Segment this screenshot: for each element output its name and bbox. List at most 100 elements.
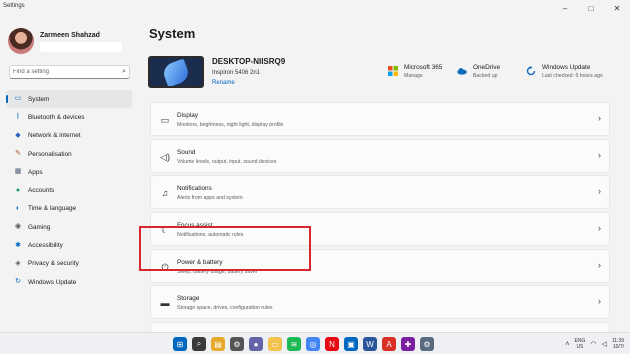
highlight-box <box>139 226 311 271</box>
wifi-tray-icon[interactable]: ◠ <box>590 340 596 348</box>
windows-update-icon <box>526 66 536 76</box>
status-microsoft365[interactable]: Microsoft 365 Manage <box>388 64 450 84</box>
sidebar-item-network-internet[interactable]: ◆ Network & internet <box>6 127 132 145</box>
sidebar-item-label: Accounts <box>28 187 55 195</box>
bell-icon: ♫ <box>161 188 169 199</box>
user-name: Zarmeen Shahzad <box>40 32 100 39</box>
chevron-up-icon[interactable]: ˄ <box>565 341 569 348</box>
sidebar-item-system[interactable]: ▭ System <box>6 90 132 109</box>
settings-card-sound[interactable]: ◁) Sound Volume levels, output, input, sou… <box>150 138 610 173</box>
system-tray: ˄ ENG US ◠ ◁ 11:39 10/7/ <box>565 336 624 352</box>
acrobat-icon[interactable]: A <box>382 337 396 351</box>
app-title: Settings <box>3 3 25 9</box>
card-description: Volume levels, output, input, sound devi… <box>177 158 277 165</box>
status-windows-update[interactable]: Windows Update Last checked: 6 hours ago <box>526 64 614 84</box>
status-subtitle: Backed up <box>473 73 498 79</box>
rename-link[interactable]: Rename <box>212 80 235 86</box>
card-description: Alerts from apps and system <box>177 195 243 202</box>
sidebar-item-label: Apps <box>28 168 43 176</box>
sidebar-item-label: Windows Update <box>28 278 77 286</box>
word-icon[interactable]: W <box>363 337 377 351</box>
status-subtitle: Last checked: 6 hours ago <box>542 73 603 79</box>
search-taskbar-icon[interactable]: ⌕ <box>192 337 206 351</box>
sidebar-item-apps[interactable]: ▦ Apps <box>6 163 132 181</box>
spotify-icon[interactable]: ≋ <box>287 337 301 351</box>
sidebar-item-privacy-security[interactable]: ◈ Privacy & security <box>6 255 132 273</box>
chrome-icon[interactable]: ◎ <box>306 337 320 351</box>
onedrive-icon <box>457 68 467 75</box>
language-indicator[interactable]: ENG US <box>575 338 586 350</box>
user-profile[interactable]: Zarmeen Shahzad <box>8 28 128 58</box>
windows-start-icon[interactable]: ⊞ <box>173 337 187 351</box>
sidebar-item-label: Gaming <box>28 223 51 231</box>
chevron-right-icon: › <box>598 186 601 197</box>
microsoft365-icon <box>388 66 398 76</box>
page-title: System <box>149 26 196 41</box>
monitor-icon: ▭ <box>160 115 170 125</box>
device-image <box>148 56 204 88</box>
apps-icon: ▦ <box>14 168 22 176</box>
chevron-right-icon: › <box>598 149 601 160</box>
maximize-button[interactable]: □ <box>578 0 604 16</box>
volume-tray-icon[interactable]: ◁ <box>601 340 606 348</box>
title-bar: Settings – □ ✕ <box>0 0 630 16</box>
netflix-icon[interactable]: N <box>325 337 339 351</box>
sidebar-item-bluetooth-devices[interactable]: ᛒ Bluetooth & devices <box>6 108 132 126</box>
status-onedrive[interactable]: OneDrive Backed up <box>457 64 519 84</box>
file-explorer-icon[interactable]: ▤ <box>211 337 225 351</box>
avatar <box>8 28 34 54</box>
main-content: System DESKTOP-NIISRQ9 Inspiron 5406 2n1… <box>148 16 614 354</box>
settings-gear-icon[interactable]: ⚙ <box>420 337 434 351</box>
window-controls: – □ ✕ <box>552 0 630 16</box>
sidebar-item-personalisation[interactable]: ✎ Personalisation <box>6 145 132 163</box>
sidebar-item-label: Network & internet <box>28 132 81 140</box>
accessibility-icon: ✱ <box>15 241 21 249</box>
device-name: DESKTOP-NIISRQ9 <box>212 57 286 66</box>
sidebar-item-accounts[interactable]: ● Accounts <box>6 181 132 199</box>
status-title: Microsoft 365 <box>404 64 443 71</box>
taskbar: ⊞ ⌕ ▤ ⚙ ● ▭ ≋ ◎ N ▣ W A ✚ ⚙ ˄ ENG US ◠ ◁ 11:39 10/7/ <box>0 332 630 354</box>
app-icon[interactable]: ✚ <box>401 337 415 351</box>
search-icon[interactable]: ⌕ <box>122 68 126 76</box>
minimize-button[interactable]: – <box>552 0 578 16</box>
region-code: US <box>576 344 584 350</box>
chevron-right-icon: › <box>598 113 601 123</box>
clock[interactable]: 11:39 10/7/ <box>612 338 624 350</box>
settings-card-storage[interactable]: ▬ Storage Storage space, drives, configura… <box>150 285 610 320</box>
card-title: Notifications <box>177 185 212 193</box>
sidebar-item-label: Privacy & security <box>28 260 79 268</box>
status-title: Windows Update <box>542 64 591 71</box>
user-email-redacted <box>40 42 122 52</box>
bluetooth-icon: ᛒ <box>15 113 21 121</box>
close-button[interactable]: ✕ <box>604 0 630 16</box>
sidebar: Zarmeen Shahzad ⌕ ▭ System ᛒ Bluetooth & de… <box>0 16 138 332</box>
update-icon: ↻ <box>15 278 21 286</box>
chat-icon[interactable]: ● <box>249 337 263 351</box>
sidebar-item-label: Time & language <box>28 205 77 213</box>
store-icon[interactable]: ▣ <box>344 337 358 351</box>
settings-card-display[interactable]: ▭ Display Monitors, brightness, night ligh… <box>150 102 610 136</box>
sidebar-item-gaming[interactable]: ◉ Gaming <box>6 218 132 236</box>
card-title: Sound <box>177 148 196 156</box>
sidebar-item-accessibility[interactable]: ✱ Accessibility <box>6 236 132 254</box>
sidebar-item-time-language[interactable]: ◐ Time & language <box>6 200 132 218</box>
display-icon: ▭ <box>14 95 22 103</box>
person-icon: ● <box>15 186 21 194</box>
search-input[interactable] <box>13 67 113 77</box>
shield-icon: ◈ <box>15 259 21 267</box>
settings-taskbar-icon[interactable]: ⚙ <box>230 337 244 351</box>
sidebar-item-label: Bluetooth & devices <box>28 113 85 121</box>
folder-icon[interactable]: ▭ <box>268 337 282 351</box>
device-info: DESKTOP-NIISRQ9 Inspiron 5406 2n1 Rename <box>148 54 373 94</box>
status-title: OneDrive <box>473 64 500 71</box>
sidebar-item-windows-update[interactable]: ↻ Windows Update <box>6 273 132 291</box>
globe-icon: ◐ <box>15 204 21 212</box>
chevron-right-icon: › <box>598 223 601 234</box>
nav-list: ▭ System ᛒ Bluetooth & devices ◆ Network & in… <box>6 90 132 291</box>
speaker-icon: ◁) <box>160 151 170 162</box>
card-title: Storage <box>177 295 200 303</box>
card-description: Storage space, drives, configuration rul… <box>177 305 273 312</box>
storage-icon: ▬ <box>160 298 170 309</box>
settings-card-notifications[interactable]: ♫ Notifications Alerts from apps and syste… <box>150 175 610 210</box>
status-subtitle: Manage <box>404 73 423 79</box>
